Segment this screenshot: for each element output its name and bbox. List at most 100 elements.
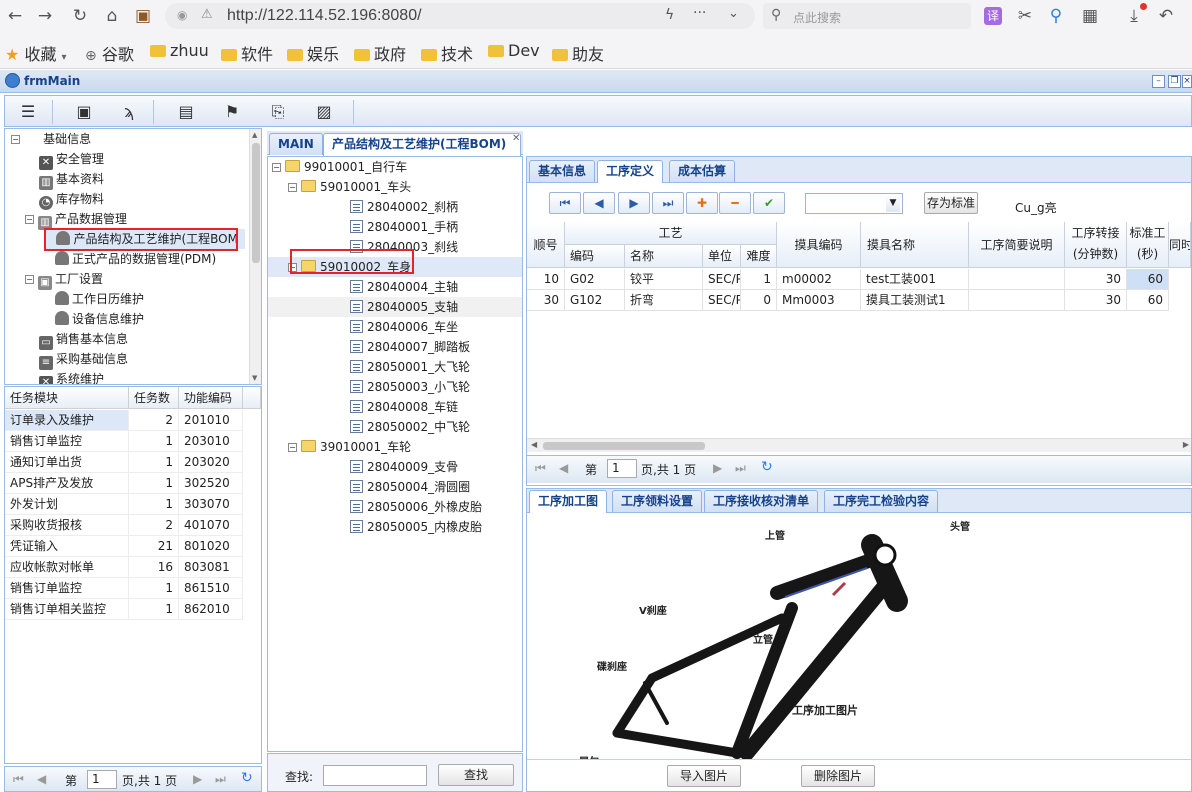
op-cell-brief[interactable]: [969, 290, 1065, 311]
tab-cost-estimate[interactable]: 成本估算: [669, 160, 736, 182]
next-page-icon[interactable]: ▶: [713, 461, 722, 475]
op-cell-brief[interactable]: [969, 269, 1065, 290]
bookmark-google[interactable]: ⊕ 谷歌: [85, 41, 134, 65]
last-page-icon[interactable]: ⏭: [735, 461, 746, 476]
forward-icon[interactable]: →: [35, 6, 55, 26]
address-bar[interactable]: ◉ ⚠ http://122.114.52.196:8080/ ϟ ··· ⌄: [165, 3, 755, 29]
tree-node-product-data[interactable]: − ▥ 产品数据管理: [25, 209, 127, 230]
table-row-module[interactable]: 销售订单监控: [5, 431, 129, 452]
apps-grid-icon[interactable]: ▦: [1080, 6, 1100, 26]
col-sync[interactable]: 同时: [1169, 222, 1191, 268]
collapse-icon[interactable]: −: [11, 135, 20, 144]
tree-node-factory[interactable]: − ▣ 工厂设置: [25, 269, 103, 290]
first-record-icon[interactable]: ⏮: [549, 192, 581, 214]
combo-select[interactable]: ▼: [805, 193, 903, 214]
remove-icon[interactable]: ━: [719, 192, 751, 214]
bookmark-dev[interactable]: Dev: [488, 41, 540, 60]
bom-tree-node[interactable]: 28040007_脚踏板: [268, 337, 470, 357]
tree-node-security[interactable]: ✕ 安全管理: [39, 149, 104, 170]
bom-tree-node[interactable]: −59010001_车头: [268, 177, 411, 197]
translate-icon[interactable]: 译: [984, 7, 1002, 25]
calendar-icon[interactable]: ▤: [175, 101, 197, 123]
op-cell-mold-name[interactable]: 摸具工装测试1: [861, 290, 969, 311]
tree-node-system[interactable]: ✕ 系统维护: [39, 369, 104, 384]
tab-receive-checklist[interactable]: 工序接收核对清单: [704, 490, 819, 512]
confirm-icon[interactable]: ✔: [753, 192, 785, 214]
bom-tree-node[interactable]: 28050005_内橡皮胎: [268, 517, 482, 537]
col-mold-code[interactable]: 摸具编码: [777, 222, 861, 268]
bom-tree-node[interactable]: 28040006_车坐: [268, 317, 458, 337]
table-row-module[interactable]: APS排产及发放: [5, 473, 129, 494]
bom-tree-node[interactable]: 28040001_手柄: [268, 217, 458, 237]
op-cell-seq[interactable]: 10: [527, 269, 565, 290]
scissors-icon[interactable]: ✂: [1015, 6, 1035, 26]
tree-node-sales[interactable]: ▭ 销售基本信息: [39, 329, 128, 350]
scroll-thumb[interactable]: [252, 143, 260, 263]
chevron-down-icon[interactable]: ▼: [886, 195, 900, 212]
bookmark-icon[interactable]: ⚑: [221, 101, 243, 123]
tree-scrollbar[interactable]: ▲ ▼: [249, 129, 261, 384]
close-tab-icon[interactable]: ✕: [512, 133, 520, 144]
table-row-module[interactable]: 通知订单出货: [5, 452, 129, 473]
next-record-icon[interactable]: ▶: [618, 192, 650, 214]
bookmark-helper[interactable]: 助友: [552, 41, 604, 65]
url-text[interactable]: http://122.114.52.196:8080/: [227, 7, 422, 25]
op-cell-transfer[interactable]: 30: [1065, 290, 1127, 311]
tree-node-equipment[interactable]: 设备信息维护: [55, 309, 144, 329]
minimize-icon[interactable]: –: [1152, 75, 1165, 88]
bom-tree-node[interactable]: 28050002_中飞轮: [268, 417, 470, 437]
add-icon[interactable]: ✚: [686, 192, 718, 214]
bom-tree-node[interactable]: −39010001_车轮: [268, 437, 411, 457]
bom-tree-node[interactable]: 28050004_滑圆圈: [268, 477, 470, 497]
op-cell-code[interactable]: G02: [565, 269, 625, 290]
tree-node-basic-data[interactable]: ▥ 基本资料: [39, 169, 104, 190]
bom-tree-node[interactable]: 28050001_大飞轮: [268, 357, 470, 377]
op-cell-transfer[interactable]: 30: [1065, 269, 1127, 290]
table-row-module[interactable]: 订单录入及维护: [5, 410, 129, 431]
search-button[interactable]: 查找: [438, 764, 514, 786]
tab-inspection[interactable]: 工序完工检验内容: [824, 490, 939, 512]
collapse-icon[interactable]: −: [25, 275, 34, 284]
tab-bom[interactable]: 产品结构及工艺维护(工程BOM): [323, 133, 521, 156]
refresh-icon[interactable]: ↻: [761, 459, 773, 475]
restore-icon[interactable]: ❐: [1168, 75, 1181, 88]
undo-icon[interactable]: ↶: [1156, 6, 1176, 26]
table-row-module[interactable]: 外发计划: [5, 494, 129, 515]
bookmark-government[interactable]: 政府: [354, 41, 406, 65]
next-page-icon[interactable]: ▶: [193, 772, 202, 786]
bom-tree-node[interactable]: 28040002_刹柄: [268, 197, 458, 217]
op-cell-unit[interactable]: SEC/P: [703, 269, 741, 290]
op-cell-seq[interactable]: 30: [527, 290, 565, 311]
col-code[interactable]: 编码: [565, 245, 625, 268]
op-cell-unit[interactable]: SEC/P: [703, 290, 741, 311]
col-brief[interactable]: 工序简要说明: [969, 222, 1065, 268]
collapse-icon[interactable]: −: [272, 163, 281, 172]
column-header-code[interactable]: 功能编码: [179, 387, 243, 409]
first-page-icon[interactable]: ⏮: [535, 461, 546, 476]
collapse-icon[interactable]: −: [288, 183, 297, 192]
tree-node-basic-info[interactable]: − 基础信息: [11, 129, 91, 149]
bom-tree-node[interactable]: −99010001_自行车: [268, 157, 407, 177]
bom-tree-node[interactable]: 28040004_主轴: [268, 277, 458, 297]
col-unit[interactable]: 单位: [703, 245, 741, 268]
import-image-button[interactable]: 导入图片: [667, 765, 741, 787]
op-cell-std[interactable]: 60: [1127, 290, 1169, 311]
prev-record-icon[interactable]: ◀: [583, 192, 615, 214]
bookmark-software[interactable]: 软件: [221, 41, 273, 65]
collapse-icon[interactable]: −: [288, 443, 297, 452]
prev-page-icon[interactable]: ◀: [559, 461, 568, 475]
browser-search-box[interactable]: ⚲ 点此搜索: [763, 3, 971, 29]
column-header-module[interactable]: 任务模块: [5, 387, 129, 409]
tab-operation-def[interactable]: 工序定义: [597, 160, 664, 183]
tab-material-setting[interactable]: 工序领料设置: [612, 490, 703, 512]
back-icon[interactable]: ←: [5, 6, 25, 26]
table-row-module[interactable]: 销售订单监控: [5, 578, 129, 599]
refresh-icon[interactable]: ↻: [241, 770, 253, 786]
first-page-icon[interactable]: ⏮: [13, 772, 24, 787]
delete-image-button[interactable]: 删除图片: [801, 765, 875, 787]
table-row-module[interactable]: 销售订单相关监控: [5, 599, 129, 620]
op-cell-name[interactable]: 铰平: [625, 269, 703, 290]
col-transfer[interactable]: 工序转接 (分钟数): [1065, 222, 1127, 268]
table-row-module[interactable]: 凭证输入: [5, 536, 129, 557]
insecure-icon[interactable]: ⚠: [201, 7, 213, 22]
